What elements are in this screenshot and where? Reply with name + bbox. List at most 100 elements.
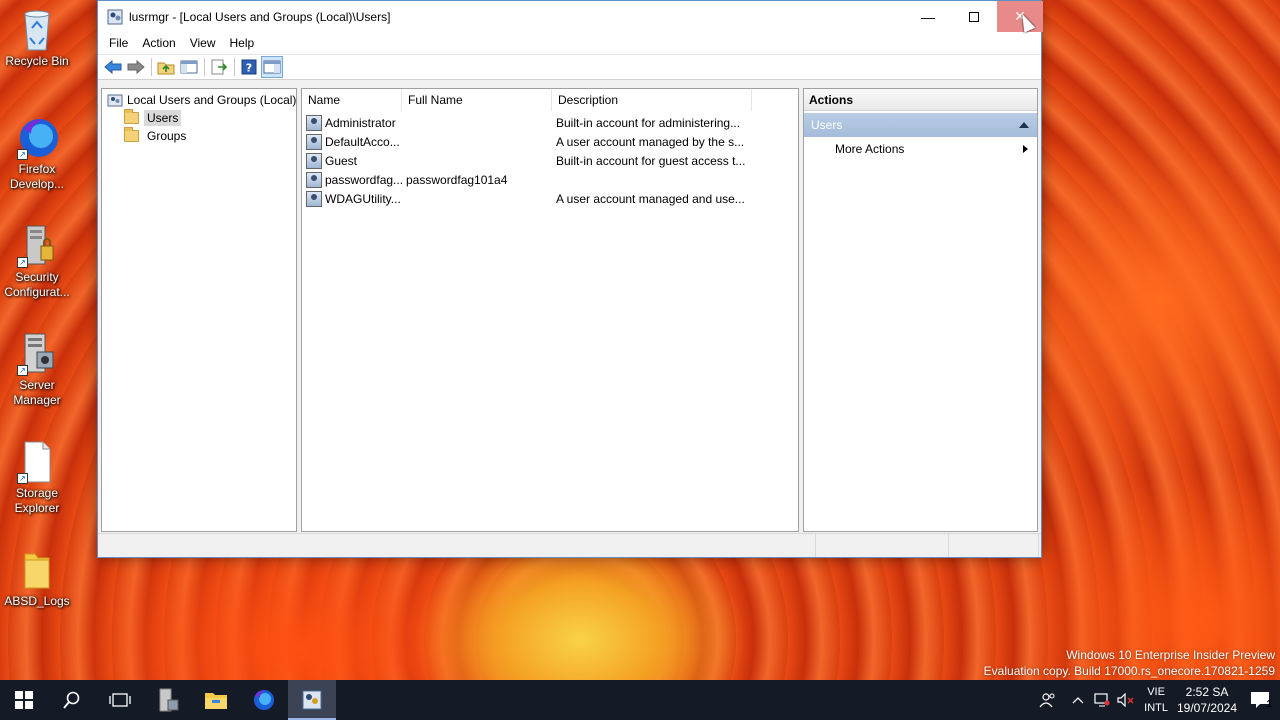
clock-time: 2:52 SA — [1185, 685, 1229, 699]
menu-view[interactable]: View — [183, 36, 223, 50]
desktop-icon-recycle-bin[interactable]: Recycle Bin — [0, 8, 74, 69]
more-actions-item[interactable]: More Actions — [804, 137, 1037, 161]
status-section — [98, 534, 816, 557]
window-title: lusrmgr - [Local Users and Groups (Local… — [129, 9, 391, 24]
column-header-name[interactable]: Name — [302, 89, 402, 111]
minimize-button[interactable]: — — [905, 1, 951, 32]
language-line: VIE — [1147, 686, 1165, 698]
tree-item-groups[interactable]: Groups — [124, 127, 189, 145]
desktop-icon-storage-explorer[interactable]: ↗ Storage Explorer — [0, 440, 74, 516]
tree-item-root[interactable]: Local Users and Groups (Local) — [107, 91, 296, 109]
lusrmgr-window: lusrmgr - [Local Users and Groups (Local… — [97, 0, 1043, 558]
actions-group-users[interactable]: Users — [804, 113, 1037, 137]
back-button[interactable] — [102, 56, 124, 78]
collapse-icon[interactable] — [1019, 122, 1029, 128]
start-button[interactable] — [0, 680, 48, 720]
user-description: A user account managed by the s... — [556, 134, 745, 149]
back-icon — [104, 60, 122, 74]
show-hide-action-pane-button[interactable] — [261, 56, 283, 78]
user-name: Administrator — [325, 115, 396, 130]
status-section — [816, 534, 949, 557]
firefox-developer-icon: ↗ — [17, 116, 58, 160]
show-hidden-icons-button[interactable] — [1066, 680, 1090, 720]
toolbar-separator — [151, 58, 152, 76]
user-icon — [306, 114, 322, 131]
search-icon — [63, 691, 80, 709]
column-header-description[interactable]: Description — [552, 89, 752, 111]
lusrmgr-app-icon — [107, 9, 123, 24]
user-icon — [306, 171, 322, 188]
table-row[interactable]: WDAGUtility... A user account managed an… — [302, 189, 756, 208]
desktop-icon-absd-logs[interactable]: ABSD_Logs — [0, 548, 74, 609]
network-button[interactable] — [1090, 680, 1114, 720]
show-hide-action-pane-icon — [263, 60, 281, 74]
desktop-icon-label: ABSD_Logs — [4, 594, 70, 608]
users-list: Name Full Name Description Administrator… — [301, 88, 799, 532]
tree-item-users[interactable]: Users — [124, 109, 182, 127]
people-icon — [1039, 693, 1055, 708]
taskbar-firefox[interactable] — [240, 680, 288, 720]
desktop-icon-firefox-developer[interactable]: ↗ Firefox Develop... — [0, 116, 74, 192]
input-language-button[interactable]: VIE INTL — [1144, 684, 1168, 716]
table-row[interactable]: Administrator Built-in account for admin… — [302, 113, 756, 132]
task-view-button[interactable] — [96, 680, 144, 720]
clock[interactable]: 2:52 SA 19/07/2024 — [1174, 684, 1240, 716]
maximize-button[interactable] — [951, 1, 997, 32]
panes: Local Users and Groups (Local) Users Gro… — [98, 85, 1041, 532]
people-button[interactable] — [1030, 680, 1066, 720]
menu-file[interactable]: File — [102, 36, 135, 50]
column-header-full-name[interactable]: Full Name — [402, 89, 552, 111]
lusrmgr-icon — [302, 690, 322, 710]
folder-icon — [124, 127, 139, 142]
shortcut-arrow-icon: ↗ — [17, 257, 28, 268]
desktop-icon-label: Server Manager — [13, 378, 61, 407]
user-icon — [306, 133, 322, 150]
menu-help[interactable]: Help — [223, 36, 262, 50]
desktop-icon-label: Firefox Develop... — [9, 162, 65, 191]
forward-button[interactable] — [125, 56, 147, 78]
export-list-button[interactable] — [208, 56, 230, 78]
status-bar — [98, 533, 1041, 557]
table-row[interactable]: passwordfag... passwordfag101a4 — [302, 170, 756, 189]
user-name: Guest — [325, 153, 358, 168]
clock-date: 19/07/2024 — [1176, 701, 1238, 715]
menu-action[interactable]: Action — [135, 36, 182, 50]
desktop-icon-server-manager[interactable]: ↗ Server Manager — [0, 332, 74, 408]
action-center-button[interactable]: 1 — [1240, 680, 1280, 720]
storage-explorer-icon: ↗ — [17, 440, 57, 484]
user-icon — [306, 190, 322, 207]
tree-root-label: Local Users and Groups (Local) — [127, 93, 297, 107]
user-name: passwordfag... — [325, 172, 404, 187]
shortcut-arrow-icon: ↗ — [17, 149, 28, 160]
user-description: Built-in account for administering... — [556, 115, 741, 130]
security-configuration-icon: ↗ — [17, 224, 57, 268]
table-row[interactable]: Guest Built-in account for guest access … — [302, 151, 756, 170]
volume-button[interactable] — [1114, 680, 1138, 720]
firefox-icon — [254, 690, 274, 710]
system-tray: VIE INTL 2:52 SA 19/07/2024 1 — [1030, 680, 1280, 720]
taskbar-lusrmgr[interactable] — [288, 680, 336, 720]
title-bar[interactable]: lusrmgr - [Local Users and Groups (Local… — [98, 1, 1043, 32]
table-row[interactable]: DefaultAcco... A user account managed by… — [302, 132, 756, 151]
more-actions-label: More Actions — [835, 142, 905, 156]
task-view-icon — [109, 693, 131, 707]
actions-group-label: Users — [811, 118, 843, 132]
actions-title: Actions — [804, 89, 1037, 111]
help-button[interactable]: ? — [238, 56, 260, 78]
desktop-icon-security-configuration[interactable]: ↗ Security Configurat... — [0, 224, 74, 300]
status-section — [949, 534, 1039, 557]
taskbar-server-manager[interactable] — [144, 680, 192, 720]
user-description: A user account managed and use... — [556, 191, 745, 206]
forward-icon — [127, 60, 145, 74]
submenu-arrow-icon — [1023, 145, 1028, 153]
search-button[interactable] — [48, 680, 96, 720]
tree-item-label: Users — [144, 110, 182, 126]
up-one-level-button[interactable] — [155, 56, 177, 78]
file-explorer-icon — [205, 693, 227, 709]
up-folder-icon — [157, 62, 175, 75]
taskbar-file-explorer[interactable] — [192, 680, 240, 720]
windows-watermark: Windows 10 Enterprise Insider Preview Ev… — [984, 647, 1275, 679]
show-hide-console-tree-button[interactable] — [178, 56, 200, 78]
user-name: WDAGUtility... — [325, 191, 401, 206]
user-full-name: passwordfag101a4 — [406, 172, 508, 187]
